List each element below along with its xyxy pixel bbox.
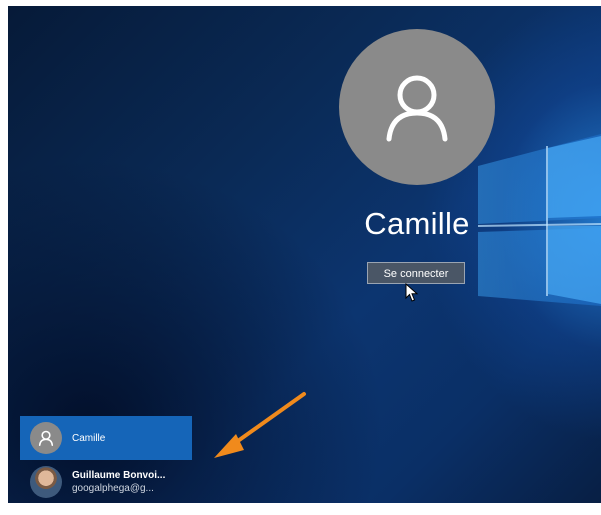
user-list-text: Camille bbox=[72, 433, 105, 444]
person-icon bbox=[386, 75, 448, 142]
user-list-email: googalphega@g... bbox=[72, 483, 154, 494]
user-list-name: Guillaume Bonvoi... bbox=[72, 470, 166, 481]
profile-photo bbox=[30, 466, 62, 498]
mouse-cursor-icon bbox=[405, 283, 419, 302]
user-list-name: Camille bbox=[72, 432, 106, 444]
user-avatar bbox=[339, 29, 495, 185]
sign-in-button[interactable]: Se connecter bbox=[367, 262, 465, 284]
person-icon bbox=[38, 430, 54, 446]
user-list-text: Guillaume Bonvoi... googalphega@g... bbox=[72, 470, 165, 494]
user-list-item-camille[interactable]: Camille bbox=[20, 416, 192, 460]
username-label: Camille bbox=[364, 206, 470, 241]
user-list-item-guillaume[interactable]: Guillaume Bonvoi... googalphega@g... bbox=[20, 460, 192, 503]
annotation-arrow-icon bbox=[214, 392, 306, 458]
user-switcher-list: Camille Guillaume Bonvoi... googalphega@… bbox=[20, 416, 192, 503]
user-list-avatar bbox=[30, 422, 62, 454]
